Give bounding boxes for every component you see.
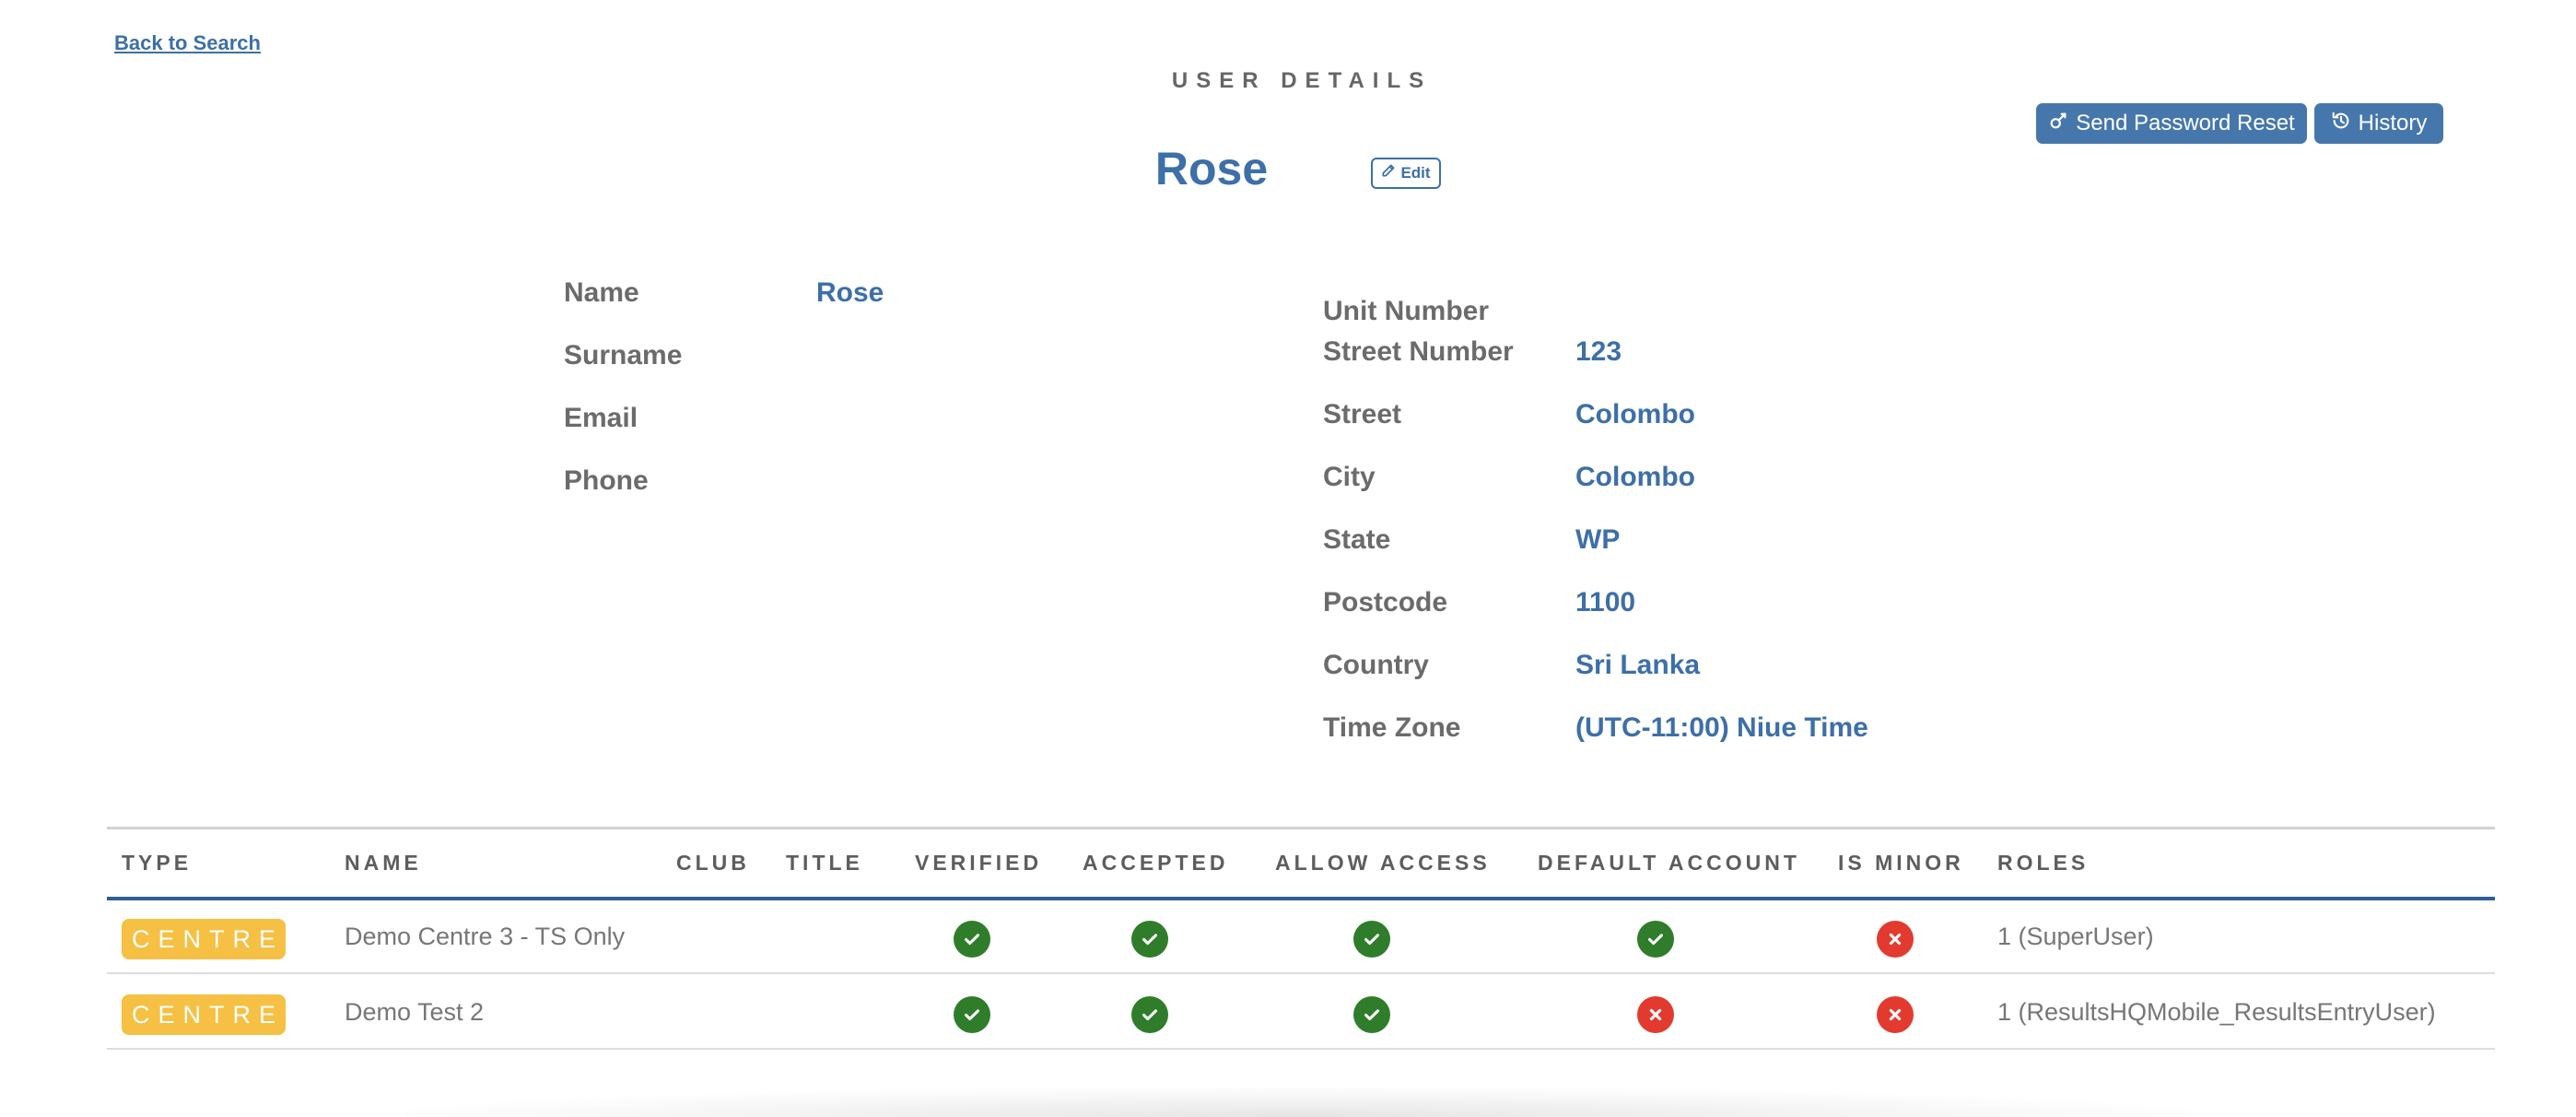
- history-icon: [2331, 111, 2351, 137]
- accepted-status: [1131, 996, 1168, 1033]
- street-label: Street: [1323, 399, 1402, 429]
- check-icon: [1362, 1005, 1382, 1025]
- type-badge: CENTRE: [122, 994, 286, 1035]
- street-number-value: 123: [1575, 336, 1622, 367]
- postcode-value: 1100: [1575, 587, 1636, 617]
- header-type: TYPE: [122, 851, 193, 875]
- back-to-search-link[interactable]: Back to Search: [114, 31, 261, 55]
- street-value: Colombo: [1575, 399, 1695, 429]
- accepted-status: [1131, 921, 1168, 958]
- account-roles: 1 (SuperUser): [1997, 923, 2154, 950]
- user-title: Rose: [1154, 143, 1269, 194]
- verified-status: [954, 996, 990, 1033]
- history-label: History: [2358, 111, 2428, 135]
- is-minor-status: [1877, 921, 1914, 958]
- x-icon: [1885, 1005, 1905, 1025]
- header-roles: ROLES: [1997, 851, 2090, 875]
- allow-access-status: [1353, 996, 1390, 1033]
- default-account-status: [1637, 921, 1674, 958]
- header-allow-access: ALLOW ACCESS: [1275, 851, 1491, 875]
- email-label: Email: [564, 403, 638, 433]
- check-icon: [1140, 1005, 1160, 1025]
- header-accepted: ACCEPTED: [1083, 851, 1229, 875]
- allow-access-status: [1353, 921, 1390, 958]
- account-name: Demo Test 2: [345, 998, 485, 1026]
- header-default-account: DEFAULT ACCOUNT: [1538, 851, 1800, 875]
- check-icon: [1645, 929, 1666, 949]
- send-password-reset-label: Send Password Reset: [2076, 111, 2295, 135]
- edit-button[interactable]: Edit: [1371, 158, 1441, 189]
- name-value: Rose: [816, 277, 884, 308]
- pencil-icon: [1381, 164, 1395, 182]
- bottom-panel-shadow: [405, 1088, 2193, 1117]
- type-badge: CENTRE: [122, 919, 286, 959]
- check-icon: [962, 1005, 982, 1025]
- table-row: CENTRE Demo Centre 3 - TS Only 1 (SuperU…: [107, 900, 2495, 974]
- is-minor-status: [1877, 996, 1914, 1033]
- page-heading: USER DETAILS: [1171, 68, 1433, 93]
- name-label: Name: [564, 277, 639, 308]
- check-icon: [1140, 929, 1160, 949]
- city-label: City: [1323, 462, 1376, 492]
- postcode-label: Postcode: [1323, 587, 1448, 617]
- account-roles: 1 (ResultsHQMobile_ResultsEntryUser): [1997, 998, 2436, 1026]
- surname-label: Surname: [564, 340, 683, 370]
- table-top-divider: [107, 827, 2495, 829]
- time-zone-label: Time Zone: [1323, 712, 1461, 743]
- account-name: Demo Centre 3 - TS Only: [345, 923, 626, 950]
- x-icon: [1645, 1005, 1666, 1025]
- header-verified: VERIFIED: [915, 851, 1043, 875]
- key-icon: [2048, 111, 2068, 137]
- country-value: Sri Lanka: [1575, 650, 1701, 680]
- state-label: State: [1323, 524, 1391, 555]
- history-button[interactable]: History: [2314, 103, 2443, 144]
- unit-number-label: Unit Number: [1323, 296, 1489, 326]
- street-number-label: Street Number: [1323, 336, 1514, 367]
- state-value: WP: [1575, 524, 1621, 555]
- edit-label: Edit: [1400, 164, 1431, 182]
- check-icon: [962, 929, 982, 949]
- header-name: NAME: [345, 851, 422, 875]
- send-password-reset-button[interactable]: Send Password Reset: [2036, 103, 2307, 144]
- phone-label: Phone: [564, 465, 649, 496]
- default-account-status: [1637, 996, 1674, 1033]
- header-is-minor: IS MINOR: [1838, 851, 1964, 875]
- x-icon: [1885, 929, 1905, 949]
- header-title: TITLE: [786, 851, 863, 875]
- header-club: CLUB: [676, 851, 750, 875]
- check-icon: [1362, 929, 1382, 949]
- time-zone-value: (UTC-11:00) Niue Time: [1575, 712, 1868, 743]
- city-value: Colombo: [1575, 462, 1695, 492]
- country-label: Country: [1323, 650, 1429, 680]
- table-row: CENTRE Demo Test 2 1 (ResultsHQMobile_Re…: [107, 976, 2495, 1050]
- verified-status: [954, 921, 990, 958]
